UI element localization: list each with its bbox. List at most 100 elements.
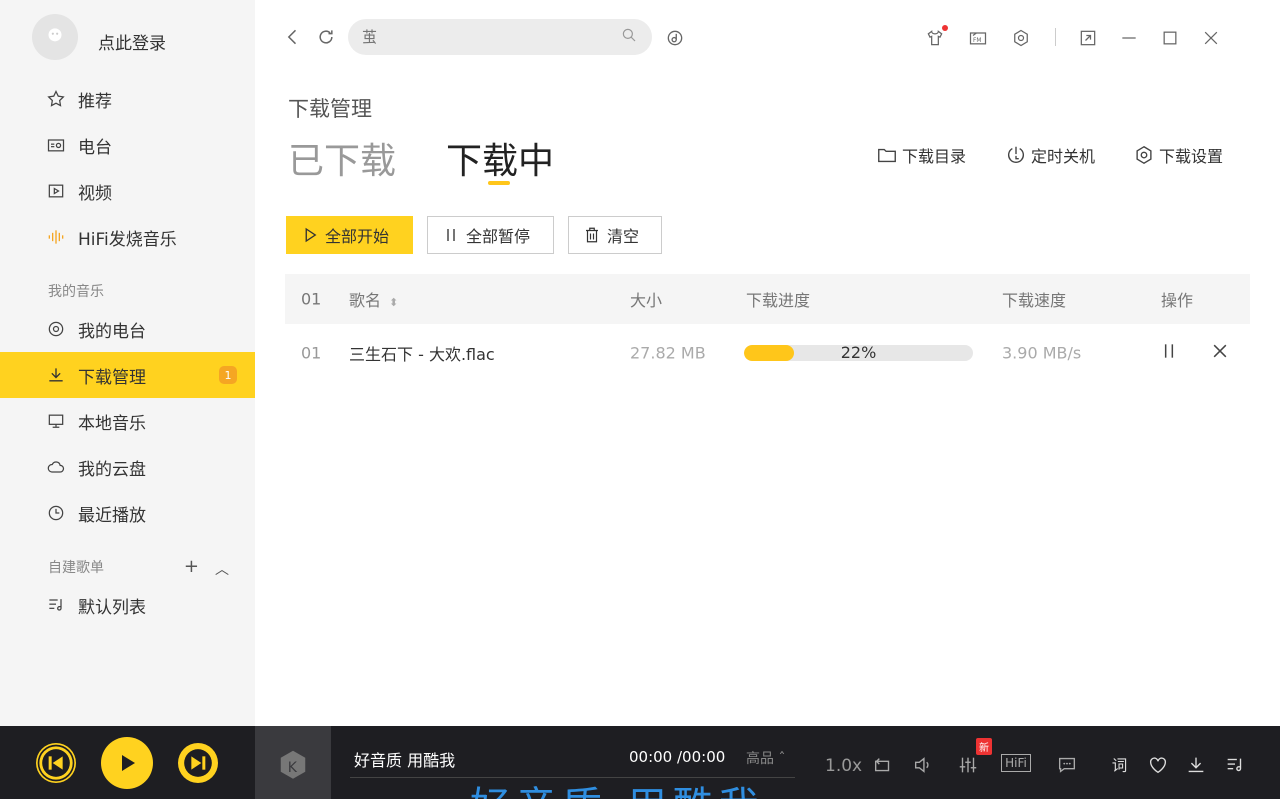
svg-text:FM: FM: [973, 38, 981, 44]
waveform-icon: [46, 227, 66, 247]
clear-label: 清空: [607, 227, 640, 246]
mini-mode-icon[interactable]: [1078, 28, 1098, 48]
quality-selector[interactable]: 高品 ˆ: [746, 748, 785, 768]
header-size: 大小: [630, 291, 663, 310]
download-dir-label: 下载目录: [902, 147, 967, 166]
clear-button[interactable]: 清空: [568, 216, 662, 254]
start-all-button[interactable]: 全部开始: [286, 216, 413, 254]
gear-icon: [1136, 145, 1152, 165]
sidebar-item-label: 我的云盘: [78, 459, 146, 480]
tab-downloaded[interactable]: 已下载: [288, 132, 396, 184]
close-icon[interactable]: [1201, 28, 1221, 48]
prev-button[interactable]: [36, 743, 76, 783]
sidebar-item-label: 我的电台: [78, 321, 146, 342]
comment-icon[interactable]: [1056, 754, 1078, 776]
page-title: 下载管理: [288, 97, 372, 121]
volume-icon[interactable]: [912, 754, 934, 776]
sidebar-item-recommend[interactable]: 推荐: [0, 76, 255, 122]
new-badge: 新: [976, 738, 992, 755]
next-button[interactable]: [178, 743, 218, 783]
top-bar: FM: [255, 0, 1280, 76]
sidebar-item-video[interactable]: 视频: [0, 168, 255, 214]
start-all-label: 全部开始: [325, 227, 390, 246]
song-title: 好音质 用酷我: [354, 751, 456, 770]
header-ops: 操作: [1161, 291, 1194, 310]
sort-icon[interactable]: ⬍: [389, 296, 398, 309]
download-icon[interactable]: [1185, 754, 1207, 776]
row-pause-icon[interactable]: [1159, 341, 1179, 365]
row-name: 三生石下 - 大欢.flac: [349, 345, 495, 364]
download-dir-button[interactable]: 下载目录: [876, 143, 966, 167]
sidebar-item-label: 本地音乐: [78, 413, 146, 434]
maximize-icon[interactable]: [1160, 28, 1180, 48]
pause-icon: [447, 229, 455, 241]
play-button[interactable]: [101, 737, 153, 789]
refresh-icon[interactable]: [316, 27, 336, 47]
avatar[interactable]: [32, 14, 78, 60]
back-icon[interactable]: [283, 27, 303, 47]
add-playlist-icon[interactable]: +: [184, 556, 199, 579]
lyrics-icon[interactable]: 词: [1109, 754, 1131, 776]
sidebar-item-label: 最近播放: [78, 505, 146, 526]
sidebar-item-downloads[interactable]: 下载管理 1: [0, 352, 255, 398]
row-delete-icon[interactable]: [1210, 341, 1230, 365]
search-icon[interactable]: [620, 26, 638, 48]
pause-all-label: 全部暂停: [466, 227, 531, 246]
header-name[interactable]: 歌名 ⬍: [349, 287, 398, 311]
play-time: 00:00 /00:00: [629, 748, 726, 766]
kuwo-logo-icon: K: [280, 750, 306, 779]
hifi-icon[interactable]: HiFi: [999, 754, 1033, 772]
settings-icon[interactable]: [1011, 28, 1031, 48]
trash-icon: [586, 227, 598, 243]
svg-text:词: 词: [1112, 757, 1128, 775]
active-tab-indicator: [488, 181, 510, 185]
next-icon: [181, 746, 215, 780]
user-icon: [48, 28, 62, 42]
notification-dot: [942, 25, 948, 31]
video-icon: [46, 181, 66, 201]
table-row[interactable]: 01 三生石下 - 大欢.flac 27.82 MB 22% 3.90 MB/s: [285, 328, 1250, 378]
search-box[interactable]: [348, 19, 652, 55]
speed-button[interactable]: 1.0x: [825, 756, 862, 776]
loop-icon[interactable]: [872, 754, 894, 776]
header-progress: 下载进度: [746, 291, 811, 310]
sidebar-item-cloud[interactable]: 我的云盘: [0, 444, 255, 490]
table-header: 01 歌名 ⬍ 大小 下载进度 下载速度 操作: [285, 274, 1250, 324]
tab-downloading[interactable]: 下载中: [446, 132, 554, 184]
download-count-badge: 1: [219, 366, 237, 384]
fm-icon[interactable]: FM: [968, 28, 988, 48]
login-link[interactable]: 点此登录: [98, 29, 166, 54]
player-bar: K 好音质 用酷我 00:00 /00:00 高品 ˆ 好音质 用酷我 1.0x…: [0, 726, 1280, 799]
login-area[interactable]: 点此登录: [32, 14, 166, 60]
minimize-icon[interactable]: [1119, 28, 1139, 48]
sidebar-item-local[interactable]: 本地音乐: [0, 398, 255, 444]
hifi-label: HiFi: [1001, 754, 1031, 772]
skin-icon[interactable]: [925, 25, 948, 48]
sidebar-item-label: 默认列表: [78, 597, 146, 618]
timer-shutdown-button[interactable]: 定时关机: [1005, 143, 1095, 167]
sidebar-item-default-list[interactable]: 默认列表: [0, 582, 255, 628]
svg-text:K: K: [288, 759, 298, 775]
search-input[interactable]: [362, 28, 620, 46]
sidebar-item-my-radio[interactable]: 我的电台: [0, 306, 255, 352]
sidebar-item-radio[interactable]: 电台: [0, 122, 255, 168]
download-settings-label: 下载设置: [1159, 147, 1224, 166]
equalizer-icon[interactable]: [957, 754, 979, 776]
timer-icon: [1008, 146, 1024, 163]
section-my-music: 我的音乐: [48, 284, 104, 300]
sidebar-item-hifi[interactable]: HiFi发烧音乐: [0, 214, 255, 260]
timer-shutdown-label: 定时关机: [1031, 147, 1096, 166]
star-icon: [46, 89, 66, 109]
album-cover[interactable]: K: [255, 726, 331, 799]
music-recognition-icon[interactable]: [665, 28, 685, 48]
pause-all-button[interactable]: 全部暂停: [427, 216, 554, 254]
heart-icon[interactable]: [1147, 754, 1169, 776]
folder-icon: [878, 148, 896, 163]
collapse-icon[interactable]: ︿: [215, 559, 229, 579]
sidebar-item-recent[interactable]: 最近播放: [0, 490, 255, 536]
progress-text: 22%: [840, 345, 877, 361]
sidebar-item-label: HiFi发烧音乐: [78, 229, 177, 250]
download-settings-button[interactable]: 下载设置: [1133, 143, 1223, 167]
divider: [1055, 28, 1056, 46]
playlist-icon[interactable]: [1224, 754, 1246, 776]
